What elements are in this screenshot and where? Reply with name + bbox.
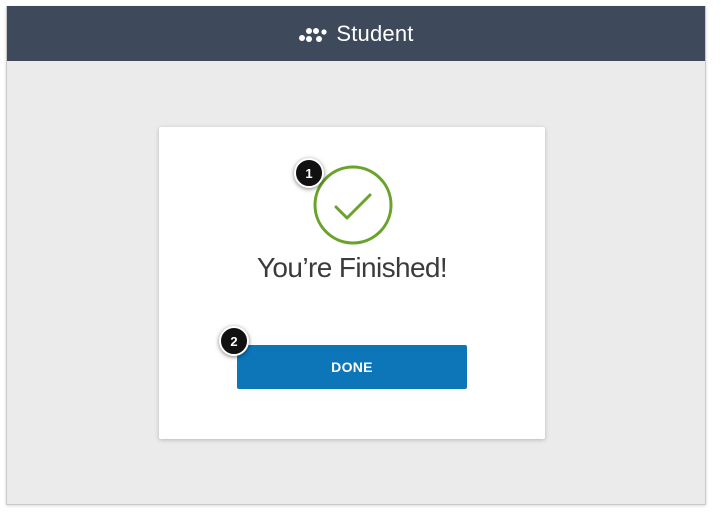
app-window: Student You’re Finished! DONE	[6, 6, 706, 505]
completion-card: You’re Finished! DONE	[159, 127, 545, 439]
check-circle-graphic	[313, 165, 393, 245]
brand-title: Student	[336, 20, 414, 46]
callout-badge-2: 2	[219, 326, 249, 356]
done-button[interactable]: DONE	[237, 345, 467, 389]
dots-cluster-logo-icon	[299, 27, 327, 42]
check-circle-icon	[312, 164, 394, 246]
completion-heading: You’re Finished!	[256, 252, 448, 283]
top-navbar: Student	[7, 6, 705, 61]
callout-badge-1: 1	[294, 158, 324, 188]
brand: Student	[298, 21, 413, 47]
